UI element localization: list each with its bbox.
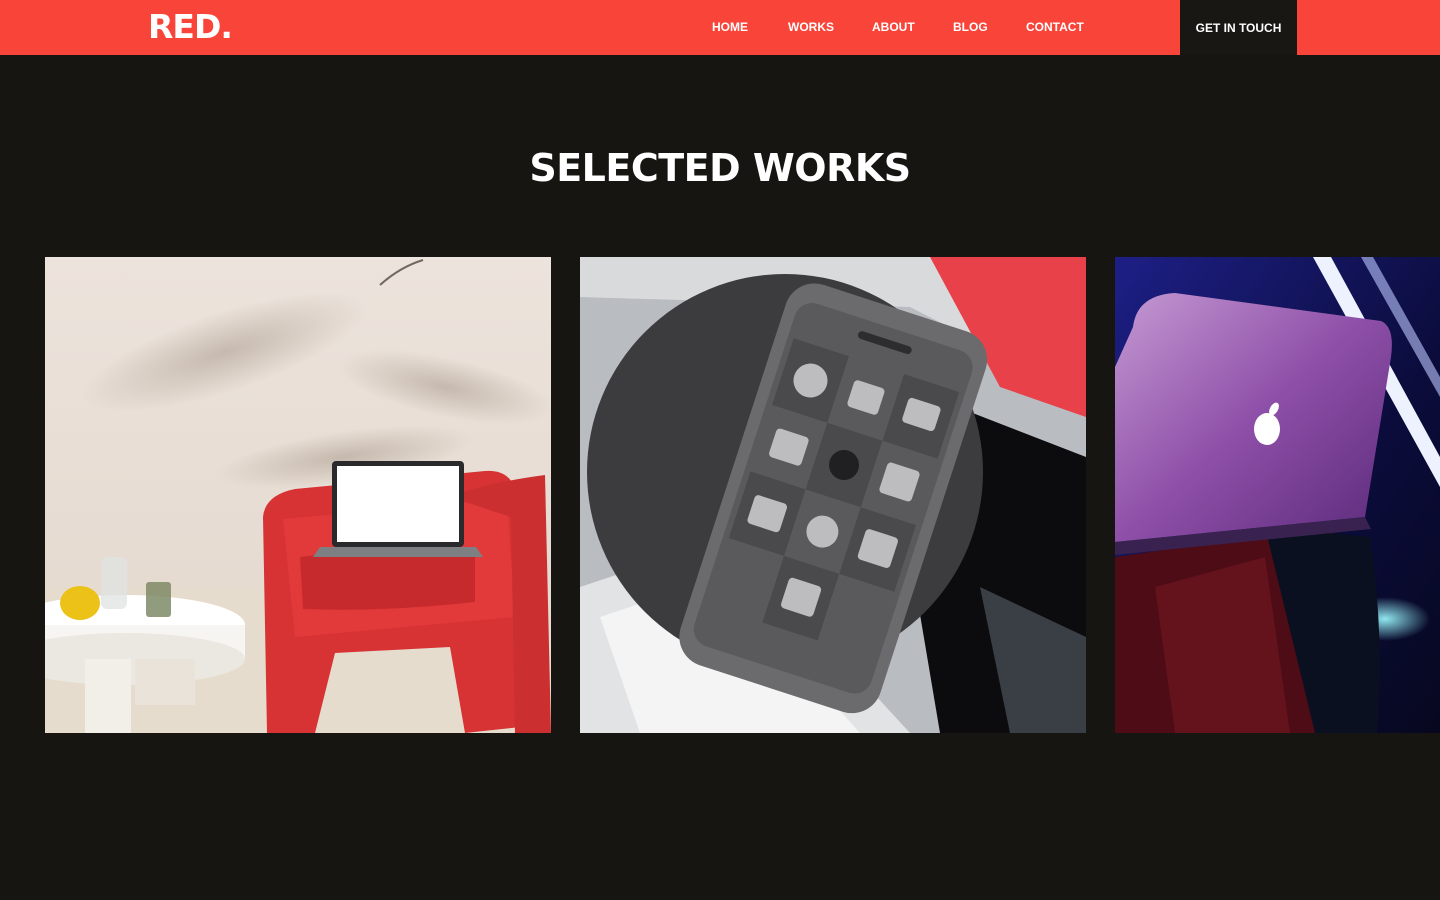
- nav-item-works[interactable]: WORKS: [788, 19, 834, 35]
- purple-laptop-neon-photo: [1115, 257, 1440, 733]
- nav-item-contact[interactable]: CONTACT: [1026, 19, 1084, 35]
- section-title: SELECTED WORKS: [529, 146, 911, 190]
- nav-item-about[interactable]: ABOUT: [872, 19, 915, 35]
- work-card-1[interactable]: [45, 257, 551, 733]
- nav-item-blog[interactable]: BLOG: [953, 19, 988, 35]
- nav-item-home[interactable]: HOME: [712, 19, 748, 35]
- red-armchair-laptop-photo: [45, 257, 551, 733]
- smartphone-app-icons-photo: [580, 257, 1086, 733]
- site-header: RED. HOME WORKS ABOUT BLOG CONTACT GET I…: [0, 0, 1440, 55]
- get-in-touch-button[interactable]: GET IN TOUCH: [1180, 0, 1297, 55]
- work-card-2[interactable]: [580, 257, 1086, 733]
- work-card-3[interactable]: [1115, 257, 1440, 733]
- site-logo[interactable]: RED.: [148, 8, 233, 46]
